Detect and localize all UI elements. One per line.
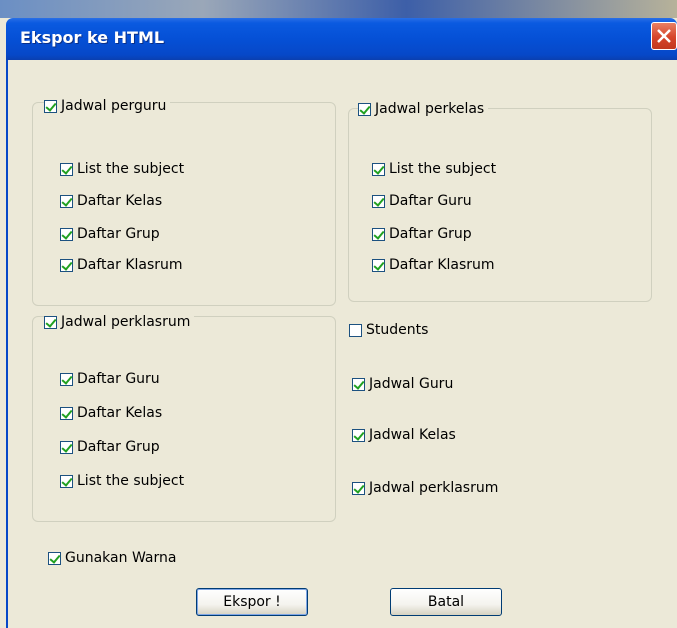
checkbox-perkelas-list-subject[interactable]: List the subject — [372, 161, 496, 177]
checkbox-perguru-list-subject[interactable]: List the subject — [60, 161, 184, 177]
checkbox-jadwal-perguru[interactable]: Jadwal perguru — [44, 98, 171, 114]
title-bar[interactable]: Ekspor ke HTML — [6, 18, 677, 60]
checkbox-box[interactable] — [60, 440, 73, 454]
checkbox-students-jadwal-kelas[interactable]: Jadwal Kelas — [352, 427, 456, 443]
checkbox-perkelas-daftar-guru[interactable]: Daftar Guru — [372, 193, 472, 209]
checkbox-box[interactable] — [349, 323, 362, 337]
close-icon — [657, 29, 671, 43]
checkbox-students-jadwal-perklasrum[interactable]: Jadwal perklasrum — [352, 480, 498, 496]
checkbox-perklasrum-list-subject[interactable]: List the subject — [60, 473, 184, 489]
checkbox-box[interactable] — [60, 258, 73, 272]
checkbox-label: Daftar Kelas — [77, 405, 163, 421]
checkbox-box[interactable] — [44, 315, 57, 329]
checkbox-label: Jadwal perklasrum — [61, 314, 191, 330]
checkbox-box[interactable] — [60, 406, 73, 420]
close-button[interactable] — [651, 22, 677, 50]
checkbox-label: Students — [366, 322, 429, 338]
checkbox-label: Daftar Kelas — [77, 193, 163, 209]
checkbox-box[interactable] — [60, 372, 73, 386]
checkbox-perkelas-daftar-grup[interactable]: Daftar Grup — [372, 226, 472, 242]
checkbox-students[interactable]: Students — [349, 322, 428, 338]
checkbox-label: Daftar Klasrum — [77, 257, 183, 273]
checkbox-box[interactable] — [372, 194, 385, 208]
checkbox-box[interactable] — [358, 102, 371, 116]
export-button-label: Ekspor ! — [223, 594, 281, 610]
checkbox-label: List the subject — [77, 473, 185, 489]
checkbox-label: Jadwal Kelas — [369, 427, 456, 443]
checkbox-label: Daftar Grup — [77, 226, 160, 242]
checkbox-students-jadwal-guru[interactable]: Jadwal Guru — [352, 376, 453, 392]
checkbox-box[interactable] — [352, 428, 365, 442]
checkbox-perguru-daftar-grup[interactable]: Daftar Grup — [60, 226, 160, 242]
checkbox-perklasrum-daftar-grup[interactable]: Daftar Grup — [60, 439, 160, 455]
checkbox-label: Gunakan Warna — [65, 550, 177, 566]
checkbox-box[interactable] — [60, 194, 73, 208]
checkbox-label: Daftar Grup — [77, 439, 160, 455]
cancel-button-label: Batal — [427, 594, 465, 610]
checkbox-label: Daftar Grup — [389, 226, 472, 242]
checkbox-box[interactable] — [60, 474, 73, 488]
checkbox-perklasrum-daftar-guru[interactable]: Daftar Guru — [60, 371, 160, 387]
export-button[interactable]: Ekspor ! — [196, 588, 308, 616]
checkbox-label: Jadwal perklasrum — [369, 480, 499, 496]
checkbox-label: List the subject — [389, 161, 497, 177]
checkbox-label: Jadwal perkelas — [375, 101, 485, 117]
checkbox-label: List the subject — [77, 161, 185, 177]
checkbox-label: Jadwal Guru — [369, 376, 454, 392]
checkbox-perguru-daftar-kelas[interactable]: Daftar Kelas — [60, 193, 162, 209]
checkbox-box[interactable] — [60, 162, 73, 176]
checkbox-box[interactable] — [48, 551, 61, 565]
checkbox-label: Jadwal perguru — [61, 98, 167, 114]
checkbox-perguru-daftar-klasrum[interactable]: Daftar Klasrum — [60, 257, 183, 273]
checkbox-jadwal-perklasrum[interactable]: Jadwal perklasrum — [44, 314, 195, 330]
dialog-title: Ekspor ke HTML — [20, 28, 165, 47]
checkbox-box[interactable] — [372, 258, 385, 272]
checkbox-label: Daftar Klasrum — [389, 257, 495, 273]
checkbox-perkelas-daftar-klasrum[interactable]: Daftar Klasrum — [372, 257, 495, 273]
checkbox-box[interactable] — [372, 162, 385, 176]
checkbox-gunakan-warna[interactable]: Gunakan Warna — [48, 550, 176, 566]
checkbox-jadwal-perkelas[interactable]: Jadwal perkelas — [358, 101, 489, 117]
checkbox-box[interactable] — [44, 99, 57, 113]
checkbox-label: Daftar Guru — [389, 193, 472, 209]
checkbox-box[interactable] — [372, 227, 385, 241]
background-window-strip — [0, 0, 677, 18]
cancel-button[interactable]: Batal — [390, 588, 502, 616]
checkbox-label: Daftar Guru — [77, 371, 160, 387]
checkbox-box[interactable] — [352, 377, 365, 391]
checkbox-box[interactable] — [352, 481, 365, 495]
dialog-body: Jadwal perguru List the subject Daftar K… — [6, 60, 677, 628]
checkbox-box[interactable] — [60, 227, 73, 241]
checkbox-perklasrum-daftar-kelas[interactable]: Daftar Kelas — [60, 405, 162, 421]
